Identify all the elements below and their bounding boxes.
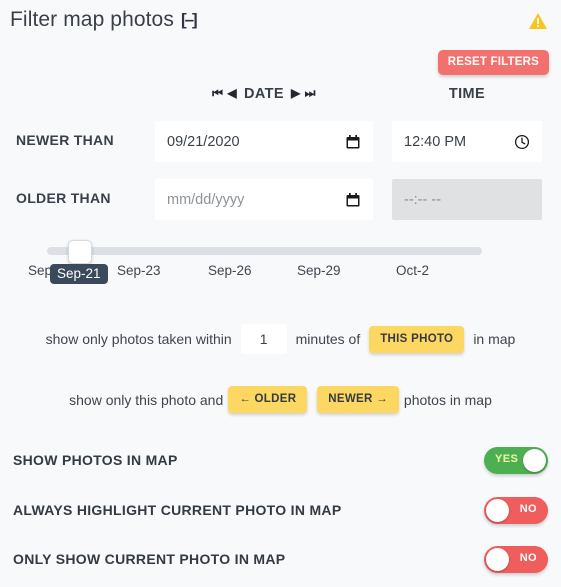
date-range-slider[interactable]: [47, 240, 482, 264]
collapse-icon[interactable]: [–]: [181, 10, 198, 30]
slider-tick: Oct-2: [396, 263, 430, 278]
slider-value-tooltip: Sep-21: [50, 264, 108, 284]
calendar-icon[interactable]: [345, 192, 361, 208]
page-title-text: Filter map photos: [10, 8, 174, 31]
toggle-knob: [486, 499, 509, 522]
toggle-label-only-current: ONLY SHOW CURRENT PHOTO IN MAP: [13, 551, 286, 567]
clock-icon[interactable]: [514, 134, 530, 150]
warning-triangle-icon[interactable]: [528, 12, 548, 30]
newer-than-date-input[interactable]: 09/21/2020: [155, 121, 373, 162]
older-than-date-input[interactable]: mm/dd/yyyy: [155, 179, 373, 220]
slider-tick: Sep-23: [117, 263, 161, 278]
minutes-input[interactable]: 1: [240, 324, 287, 354]
within-suffix-text: in map: [473, 331, 516, 347]
older-photos-button[interactable]: ← OLDER: [228, 386, 308, 413]
reset-filters-button[interactable]: RESET FILTERS: [437, 50, 549, 75]
toggle-knob: [486, 548, 509, 571]
date-column-header: ⏮ ◀ DATE ▶ ⏭: [155, 86, 373, 102]
older-newer-suffix-text: photos in map: [403, 391, 492, 408]
toggle-only-show-current-photo[interactable]: NO: [484, 546, 548, 573]
older-than-time-input: --:-- --: [392, 179, 542, 220]
calendar-icon[interactable]: [345, 134, 361, 150]
toggle-knob: [523, 449, 546, 472]
jump-last-icon[interactable]: ⏭: [305, 86, 316, 101]
toggle-always-highlight-current-photo[interactable]: NO: [484, 497, 548, 524]
older-newer-prefix-text: show only this photo and: [69, 391, 224, 408]
date-column-label: DATE: [244, 86, 284, 102]
toggle-label-always-highlight: ALWAYS HIGHLIGHT CURRENT PHOTO IN MAP: [13, 502, 342, 518]
toggle-show-photos-in-map[interactable]: YES: [484, 447, 548, 474]
newer-photos-button[interactable]: NEWER →: [317, 386, 399, 413]
within-prefix-text: show only photos taken within: [45, 331, 232, 347]
step-prev-icon[interactable]: ◀: [227, 86, 237, 100]
toggle-state-text: NO: [519, 503, 537, 515]
newer-than-time-value: 12:40 PM: [404, 133, 467, 150]
slider-tick: Sep-26: [208, 263, 252, 278]
within-minutes-row: show only photos taken within 1 minutes …: [0, 324, 561, 354]
newer-than-time-input[interactable]: 12:40 PM: [392, 121, 542, 162]
toggle-state-text: NO: [519, 552, 537, 564]
panel-header: Filter map photos [–]: [0, 0, 561, 48]
older-than-time-placeholder: --:-- --: [404, 191, 442, 208]
toggle-state-text: YES: [495, 453, 519, 465]
older-than-label: OLDER THAN: [16, 190, 111, 206]
jump-first-icon[interactable]: ⏮: [212, 86, 223, 101]
toggle-label-show-photos: SHOW PHOTOS IN MAP: [13, 452, 178, 468]
older-newer-row: show only this photo and ← OLDER NEWER →…: [0, 386, 561, 413]
within-middle-text: minutes of: [295, 331, 361, 347]
this-photo-button[interactable]: THIS PHOTO: [369, 325, 465, 353]
page-title: Filter map photos [–]: [10, 8, 198, 32]
toggle-row-always-highlight: ALWAYS HIGHLIGHT CURRENT PHOTO IN MAP NO: [0, 497, 561, 527]
slider-tick: Sep-29: [297, 263, 341, 278]
toggle-row-only-current: ONLY SHOW CURRENT PHOTO IN MAP NO: [0, 546, 561, 576]
slider-track[interactable]: [47, 247, 482, 255]
older-than-date-placeholder: mm/dd/yyyy: [167, 191, 245, 208]
toggle-row-show-photos: SHOW PHOTOS IN MAP YES: [0, 447, 561, 477]
newer-than-date-value: 09/21/2020: [167, 133, 240, 150]
newer-than-label: NEWER THAN: [16, 132, 114, 148]
step-next-icon[interactable]: ▶: [291, 86, 301, 100]
time-column-header: TIME: [448, 86, 486, 102]
slider-handle[interactable]: [68, 240, 92, 264]
